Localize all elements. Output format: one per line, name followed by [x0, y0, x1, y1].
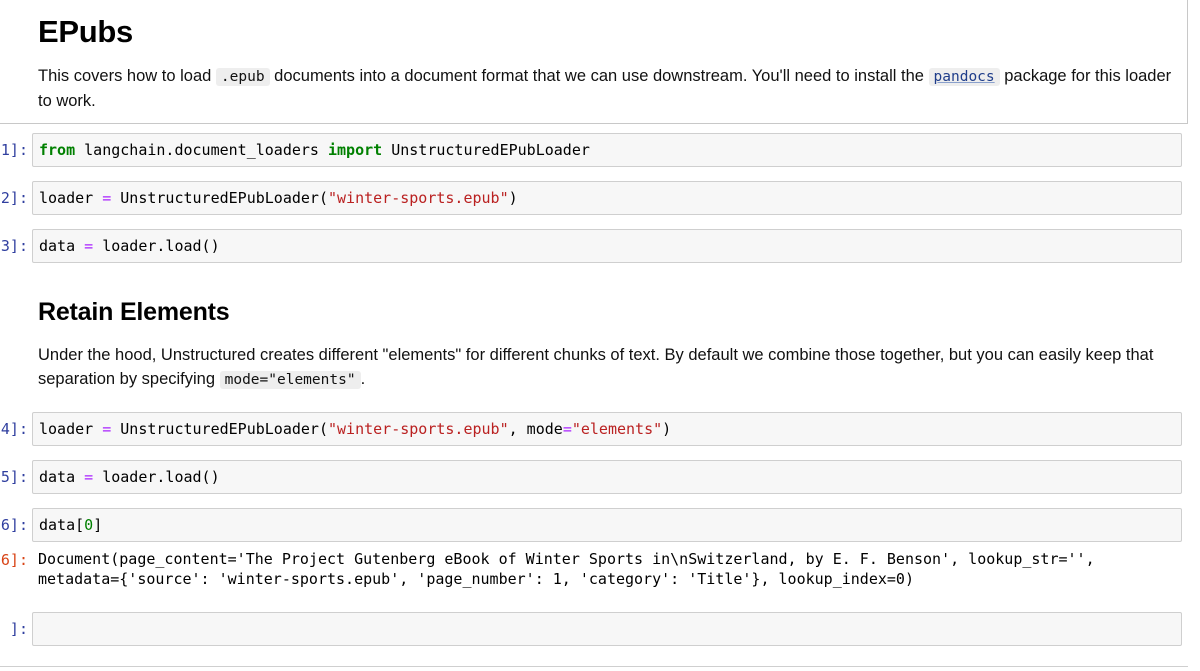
code-var: data — [39, 237, 85, 255]
inline-code-mode: mode="elements" — [219, 371, 361, 389]
intro-text: This covers how to load — [38, 67, 216, 85]
keyword-from: from — [39, 141, 76, 159]
code-call: loader.load() — [93, 468, 220, 486]
section-text: Under the hood, Unstructured creates dif… — [38, 346, 1154, 364]
pandocs-link[interactable]: pandocs — [928, 68, 1000, 86]
intro-text: package for this loader — [999, 67, 1172, 85]
code-operator: = — [562, 420, 572, 438]
code-operator: = — [102, 189, 112, 207]
section-paragraph: Under the hood, Unstructured creates dif… — [38, 343, 1188, 392]
section-text: . — [360, 370, 366, 388]
code-var: data — [39, 468, 85, 486]
empty-code-cell[interactable] — [32, 612, 1182, 646]
code-call: UnstructuredEPubLoader( — [111, 420, 328, 438]
code-cell-3[interactable]: data = loader.load() — [32, 229, 1182, 263]
code-var: data[ — [39, 516, 85, 534]
code-operator: = — [84, 237, 94, 255]
code-cell-5[interactable]: data = loader.load() — [32, 460, 1182, 494]
code-cell-2[interactable]: loader = UnstructuredEPubLoader("winter-… — [32, 181, 1182, 215]
code-call: loader.load() — [93, 237, 220, 255]
divider — [0, 666, 1188, 667]
code-operator: = — [84, 468, 94, 486]
module-name: langchain.document_loaders — [75, 141, 328, 159]
output-line: metadata={'source': 'winter-sports.epub'… — [38, 570, 914, 588]
intro-text: to work. — [38, 92, 96, 110]
inline-code-epub: .epub — [215, 68, 270, 86]
cell-output: Document(page_content='The Project Guten… — [38, 549, 1188, 589]
code-var: loader — [39, 420, 103, 438]
code-cell-6[interactable]: data[0] — [32, 508, 1182, 542]
output-line: Document(page_content='The Project Guten… — [38, 550, 1095, 568]
code-string: "elements" — [571, 420, 663, 438]
code-close: ) — [662, 420, 672, 438]
page-title: EPubs — [38, 14, 133, 49]
code-operator: = — [102, 420, 112, 438]
import-name: UnstructuredEPubLoader — [382, 141, 590, 159]
code-close: ) — [508, 189, 518, 207]
code-string: "winter-sports.epub" — [328, 420, 509, 438]
code-arg: , mode — [508, 420, 563, 438]
code-var: loader — [39, 189, 103, 207]
section-title: Retain Elements — [38, 298, 230, 326]
code-close: ] — [93, 516, 103, 534]
keyword-import: import — [328, 141, 383, 159]
code-call: UnstructuredEPubLoader( — [111, 189, 328, 207]
intro-paragraph: This covers how to load .epub documents … — [38, 64, 1188, 113]
intro-text: documents into a document format that we… — [269, 67, 929, 85]
code-cell-4[interactable]: loader = UnstructuredEPubLoader("winter-… — [32, 412, 1182, 446]
code-number: 0 — [84, 516, 94, 534]
section-text: separation by specifying — [38, 370, 220, 388]
code-string: "winter-sports.epub" — [328, 189, 509, 207]
code-cell-1[interactable]: from langchain.document_loaders import U… — [32, 133, 1182, 167]
